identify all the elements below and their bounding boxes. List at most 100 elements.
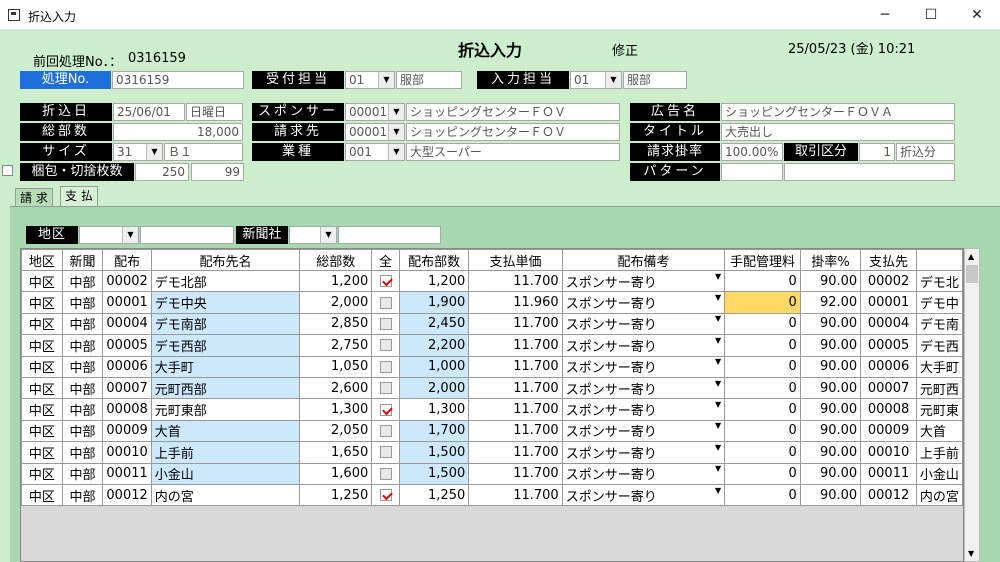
haifusu-cell[interactable]: 1,250 xyxy=(398,483,470,507)
haifu-cell[interactable]: 00001 xyxy=(102,291,152,314)
chiku-cell[interactable]: 中区 xyxy=(21,398,63,421)
shinbun-cell[interactable]: 中部 xyxy=(61,462,104,485)
haifusu-cell[interactable]: 1,500 xyxy=(398,462,470,485)
haifusu-cell[interactable]: 1,200 xyxy=(398,269,470,293)
dropdown-icon[interactable]: ▼ xyxy=(715,486,721,495)
sobusu-cell[interactable]: 1,250 xyxy=(299,483,373,507)
sobusu-cell[interactable]: 1,600 xyxy=(299,462,373,485)
name-cell[interactable]: 小金山 xyxy=(150,462,301,485)
fee-cell[interactable]: 0 xyxy=(724,419,801,443)
fee-cell[interactable]: 0 xyxy=(724,483,801,507)
chiku-cell[interactable]: 中区 xyxy=(21,441,63,464)
shinbun-cell[interactable]: 中部 xyxy=(61,441,104,464)
haifusu-cell[interactable]: 1,300 xyxy=(398,398,470,421)
col-header[interactable]: 地区 xyxy=(21,249,63,271)
fee-cell[interactable]: 0 xyxy=(724,291,801,314)
fee-cell[interactable]: 0 xyxy=(724,376,801,400)
haifu-cell[interactable]: 00010 xyxy=(102,441,152,464)
payee-name-cell[interactable]: 大手町 xyxy=(915,355,963,378)
table-row[interactable]: 中区 中部 00010 上手前 1,650 1,500 11.700 スポンサー寄り ▼ 0 90.… xyxy=(21,441,963,464)
col-header[interactable]: 掛率% xyxy=(799,249,862,271)
scroll-thumb[interactable] xyxy=(966,265,978,283)
tanka-cell[interactable]: 11.700 xyxy=(468,355,563,378)
dropdown-icon[interactable]: ▼ xyxy=(320,227,336,243)
haifusu-cell[interactable]: 1,900 xyxy=(398,291,470,314)
col-header[interactable] xyxy=(915,249,963,271)
biko-cell[interactable]: スポンサー寄り ▼ xyxy=(561,269,726,293)
konpo-field-2[interactable]: 99 xyxy=(191,163,244,181)
all-checkbox-cell[interactable] xyxy=(371,419,400,443)
payee-code-cell[interactable]: 00011 xyxy=(860,462,917,485)
name-cell[interactable]: 大手町 xyxy=(150,355,301,378)
haifusu-cell[interactable]: 1,000 xyxy=(398,355,470,378)
biko-cell[interactable]: スポンサー寄り ▼ xyxy=(561,291,726,314)
col-header[interactable]: 新聞 xyxy=(61,249,104,271)
chiku-cell[interactable]: 中区 xyxy=(21,355,63,378)
col-header[interactable]: 手配管理料 xyxy=(724,249,801,271)
dropdown-icon[interactable]: ▼ xyxy=(122,227,138,243)
payee-name-cell[interactable]: 小金山 xyxy=(915,462,963,485)
sobusu-cell[interactable]: 2,000 xyxy=(299,291,373,314)
payee-name-cell[interactable]: デモ南 xyxy=(915,312,963,336)
biko-cell[interactable]: スポンサー寄り ▼ xyxy=(561,441,726,464)
payee-name-cell[interactable]: デモ西 xyxy=(915,334,963,357)
shinbun-cell[interactable]: 中部 xyxy=(61,291,104,314)
rate-cell[interactable]: 90.00 xyxy=(799,334,862,357)
shinbun-cell[interactable]: 中部 xyxy=(61,334,104,357)
chiku-cell[interactable]: 中区 xyxy=(21,376,63,400)
payee-code-cell[interactable]: 00007 xyxy=(860,376,917,400)
col-header[interactable]: 支払単価 xyxy=(468,249,563,271)
tanka-cell[interactable]: 11.700 xyxy=(468,441,563,464)
payee-code-cell[interactable]: 00010 xyxy=(860,441,917,464)
sobusu-cell[interactable]: 1,650 xyxy=(299,441,373,464)
dropdown-icon[interactable]: ▼ xyxy=(715,464,721,473)
payee-name-cell[interactable]: デモ中 xyxy=(915,291,963,314)
haifu-cell[interactable]: 00004 xyxy=(102,312,152,336)
biko-cell[interactable]: スポンサー寄り ▼ xyxy=(561,462,726,485)
sobusu-cell[interactable]: 2,600 xyxy=(299,376,373,400)
payee-code-cell[interactable]: 00006 xyxy=(860,355,917,378)
shinbun-cell[interactable]: 中部 xyxy=(61,398,104,421)
dropdown-icon[interactable]: ▼ xyxy=(715,357,721,366)
dropdown-icon[interactable]: ▼ xyxy=(388,144,404,160)
all-checkbox[interactable] xyxy=(379,275,392,288)
shinbun-cell[interactable]: 中部 xyxy=(61,355,104,378)
payee-code-cell[interactable]: 00005 xyxy=(860,334,917,357)
all-checkbox[interactable] xyxy=(379,339,392,352)
col-header[interactable]: 総部数 xyxy=(299,249,373,271)
fee-cell[interactable]: 0 xyxy=(724,312,801,336)
col-header[interactable]: 配布先名 xyxy=(150,249,301,271)
table-row[interactable]: 中区 中部 00004 デモ南部 2,850 2,450 11.700 スポンサー寄り ▼ 0 90… xyxy=(21,312,963,336)
kakeritsu-field[interactable]: 100.00% xyxy=(721,143,783,161)
haifu-cell[interactable]: 00006 xyxy=(102,355,152,378)
dropdown-icon[interactable]: ▼ xyxy=(715,314,721,323)
biko-cell[interactable]: スポンサー寄り ▼ xyxy=(561,334,726,357)
fee-cell[interactable]: 0 xyxy=(724,355,801,378)
biko-cell[interactable]: スポンサー寄り ▼ xyxy=(561,312,726,336)
dropdown-icon[interactable]: ▼ xyxy=(715,272,721,281)
tanka-cell[interactable]: 11.960 xyxy=(468,291,563,314)
title-field[interactable]: 大売出し xyxy=(721,123,955,141)
payee-name-cell[interactable]: デモ北 xyxy=(915,269,963,293)
sponsor-select[interactable]: 00001 ▼ xyxy=(345,103,405,121)
dropdown-icon[interactable]: ▼ xyxy=(715,379,721,388)
table-row[interactable]: 中区 中部 00009 大首 2,050 1,700 11.700 スポンサー寄り ▼ 0 90.0… xyxy=(21,419,963,443)
chiku-cell[interactable]: 中区 xyxy=(21,462,63,485)
name-cell[interactable]: デモ南部 xyxy=(150,312,301,336)
all-checkbox[interactable] xyxy=(379,424,392,437)
kokoku-field[interactable]: ショッピングセンターＦＯＶＡ xyxy=(721,103,955,121)
rate-cell[interactable]: 90.00 xyxy=(799,312,862,336)
close-button[interactable]: ✕ xyxy=(954,0,1000,30)
payee-name-cell[interactable]: 元町東 xyxy=(915,398,963,421)
col-header[interactable]: 支払先 xyxy=(860,249,917,271)
chiku-cell[interactable]: 中区 xyxy=(21,419,63,443)
haifusu-cell[interactable]: 2,200 xyxy=(398,334,470,357)
name-cell[interactable]: 元町西部 xyxy=(150,376,301,400)
payee-name-cell[interactable]: 上手前 xyxy=(915,441,963,464)
all-checkbox-cell[interactable] xyxy=(371,398,400,421)
tanka-cell[interactable]: 11.700 xyxy=(468,334,563,357)
shori-field[interactable]: 0316159 xyxy=(112,71,244,89)
name-cell[interactable]: 上手前 xyxy=(150,441,301,464)
rate-cell[interactable]: 90.00 xyxy=(799,376,862,400)
haifu-cell[interactable]: 00012 xyxy=(102,483,152,507)
